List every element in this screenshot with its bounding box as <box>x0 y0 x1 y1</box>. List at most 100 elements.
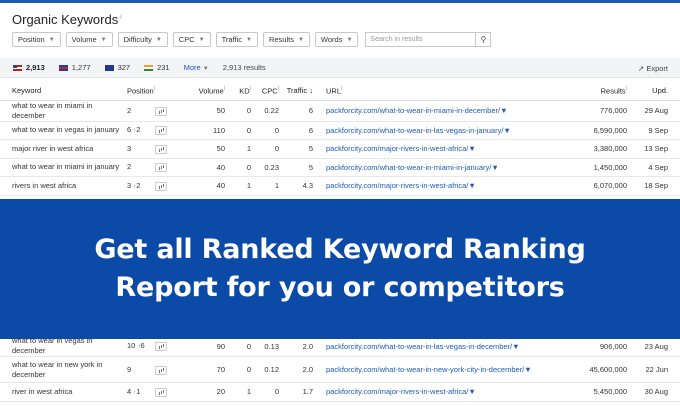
url-link[interactable]: packforcity.com/what-to-wear-in-new-york… <box>326 365 524 374</box>
position-cell: 3 <box>124 139 170 159</box>
url-link[interactable]: packforcity.com/what-to-wear-in-miami-in… <box>326 163 491 172</box>
chart-icon[interactable] <box>155 387 167 397</box>
url-link[interactable]: packforcity.com/what-to-wear-in-las-vega… <box>326 342 512 351</box>
filter-position[interactable]: Position ▼ <box>12 32 61 47</box>
col-kd-label: KD <box>239 86 250 95</box>
traffic-cell: 2.0 <box>282 356 316 383</box>
volume-cell: 110 <box>170 121 228 140</box>
country-count: 2,913 <box>26 63 45 72</box>
export-button[interactable]: ↗ Export <box>638 64 668 73</box>
position-value: 2 <box>127 105 132 115</box>
col-cpc[interactable]: CPCi <box>254 81 282 101</box>
position-value: 6 <box>127 125 132 135</box>
url-cell[interactable]: packforcity.com/what-to-wear-in-miami-in… <box>316 158 560 177</box>
url-link[interactable]: packforcity.com/what-to-wear-in-miami-in… <box>326 106 500 115</box>
info-icon: i <box>277 85 279 92</box>
keyword-cell[interactable]: what to wear in miami in december <box>0 100 124 122</box>
country-au[interactable]: 327 <box>104 63 130 72</box>
caret-down-icon[interactable]: ▼ <box>491 163 498 172</box>
url-link[interactable]: packforcity.com/major-rivers-in-west-afr… <box>326 144 468 153</box>
url-cell[interactable]: packforcity.com/major-rivers-in-west-afr… <box>316 382 560 402</box>
table-row: what to wear in miami in december 2 50 0 0.… <box>0 100 680 122</box>
keyword-cell[interactable]: rivers in west africa <box>0 176 124 196</box>
filter-difficulty[interactable]: Difficulty ▼ <box>117 32 168 47</box>
col-results[interactable]: Resultsi <box>560 81 630 101</box>
filter-words[interactable]: Words ▼ <box>314 32 359 47</box>
cpc-cell: 0.22 <box>254 100 282 122</box>
url-link[interactable]: packforcity.com/what-to-wear-in-las-vega… <box>326 126 503 135</box>
caret-down-icon[interactable]: ▼ <box>524 365 531 374</box>
keyword-cell[interactable]: what to wear in miami in january <box>0 158 124 177</box>
more-button[interactable]: More ▼ <box>184 63 209 72</box>
chart-icon[interactable] <box>155 144 167 154</box>
filter-cpc[interactable]: CPC ▼ <box>172 32 211 47</box>
traffic-cell: 5 <box>282 158 316 177</box>
position-value: 9 <box>127 364 132 374</box>
caret-down-icon[interactable]: ▼ <box>503 126 510 135</box>
flag-icon-us <box>13 64 22 71</box>
filter-traffic[interactable]: Traffic ▼ <box>215 32 258 47</box>
col-traffic[interactable]: Traffic ↓ <box>282 81 316 101</box>
filter-label: Volume <box>71 35 97 44</box>
search-button[interactable]: ⚲ <box>475 32 492 47</box>
url-cell[interactable]: packforcity.com/what-to-wear-in-las-vega… <box>316 336 560 357</box>
chevron-down-icon: ▼ <box>100 36 107 43</box>
caret-down-icon[interactable]: ▼ <box>468 387 475 396</box>
results-cell: 45,600,000 <box>560 356 630 383</box>
country-gb[interactable]: 1,277 <box>58 63 91 72</box>
keyword-cell[interactable]: what to wear in vegas in december <box>0 336 124 357</box>
filter-results[interactable]: Results ▼ <box>262 32 310 47</box>
updated-cell: 9 Sep <box>630 121 680 140</box>
filter-label: Words <box>320 35 343 44</box>
url-cell[interactable]: packforcity.com/major-rivers-in-west-afr… <box>316 139 560 159</box>
table-row: river in west africa 4 ↑1 20 1 0 1.7 packforc… <box>0 382 680 402</box>
keyword-cell[interactable]: what to wear in new york in december <box>0 356 124 383</box>
chart-icon[interactable] <box>155 181 167 191</box>
caret-down-icon[interactable]: ▼ <box>468 181 475 190</box>
page-title-text: Organic Keywords <box>12 12 119 27</box>
cpc-cell: 0 <box>254 382 282 402</box>
url-link[interactable]: packforcity.com/major-rivers-in-west-afr… <box>326 387 468 396</box>
col-results-label: Results <box>600 86 626 95</box>
col-keyword[interactable]: Keyword <box>0 81 124 101</box>
cpc-cell: 0.12 <box>254 356 282 383</box>
filter-label: Results <box>268 35 294 44</box>
url-cell[interactable]: packforcity.com/what-to-wear-in-miami-in… <box>316 100 560 122</box>
chart-icon[interactable] <box>155 365 167 375</box>
chart-icon[interactable] <box>155 163 167 173</box>
chevron-down-icon: ▼ <box>155 36 162 43</box>
position-change: 6 <box>140 341 145 350</box>
position-cell: 3 ↑2 <box>124 176 170 196</box>
position-value: 3 <box>127 143 132 153</box>
search-input[interactable]: Search in results <box>365 32 476 47</box>
chart-icon[interactable] <box>155 106 167 116</box>
country-us[interactable]: 2,913 <box>13 63 45 72</box>
keyword-cell[interactable]: major river in west africa <box>0 139 124 159</box>
caret-down-icon[interactable]: ▼ <box>512 342 519 351</box>
table-row: rivers in west africa 3 ↑2 40 1 1 4.3 packfor… <box>0 176 680 196</box>
app-frame: Organic Keywords i Position ▼ Volume ▼ Diffic… <box>0 0 680 406</box>
chart-icon[interactable] <box>155 126 167 136</box>
kd-cell: 0 <box>228 100 254 122</box>
kd-cell: 0 <box>228 336 254 357</box>
keyword-cell[interactable]: what to wear in vegas in january <box>0 121 124 140</box>
keyword-cell[interactable]: river in west africa <box>0 382 124 402</box>
col-volume[interactable]: Volumei <box>170 81 228 101</box>
country-in[interactable]: 231 <box>144 63 170 72</box>
keyword-text: major river in west africa <box>12 143 94 153</box>
url-cell[interactable]: packforcity.com/what-to-wear-in-new-york… <box>316 356 560 383</box>
col-position[interactable]: Positioni <box>124 81 170 101</box>
col-updated[interactable]: Upd. <box>630 81 680 101</box>
url-cell[interactable]: packforcity.com/what-to-wear-in-las-vega… <box>316 121 560 140</box>
filter-volume[interactable]: Volume ▼ <box>65 32 113 47</box>
caret-down-icon[interactable]: ▼ <box>500 106 507 115</box>
col-kd[interactable]: KDi <box>228 81 254 101</box>
position-cell: 6 ↑2 <box>124 121 170 140</box>
url-cell[interactable]: packforcity.com/major-rivers-in-west-afr… <box>316 176 560 196</box>
position-value: 2 <box>127 162 132 172</box>
cpc-cell: 1 <box>254 176 282 196</box>
url-link[interactable]: packforcity.com/major-rivers-in-west-afr… <box>326 181 468 190</box>
caret-down-icon[interactable]: ▼ <box>468 144 475 153</box>
chart-icon[interactable] <box>155 342 167 351</box>
col-url[interactable]: URLi <box>316 81 560 101</box>
